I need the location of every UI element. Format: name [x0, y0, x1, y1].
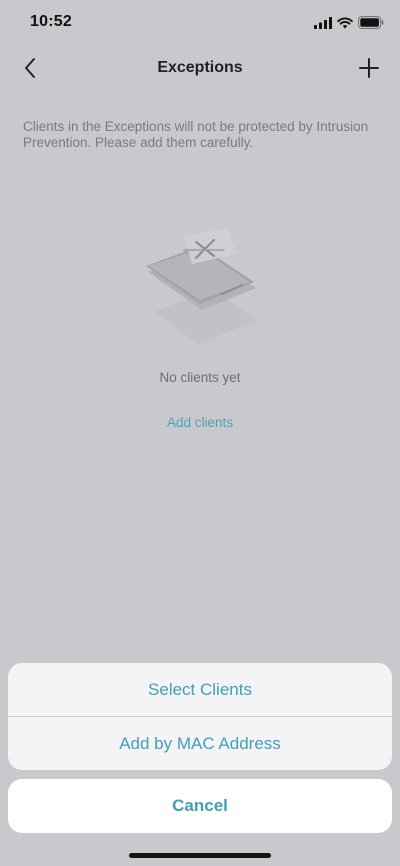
cancel-button[interactable]: Cancel	[8, 779, 392, 833]
home-indicator	[129, 853, 271, 858]
add-by-mac-button[interactable]: Add by MAC Address	[8, 717, 392, 770]
screen: 10:52 Exceptions Clients in the Exceptio…	[0, 0, 400, 866]
add-clients-link[interactable]: Add clients	[0, 415, 400, 430]
cellular-signal-icon	[314, 16, 332, 29]
select-clients-button[interactable]: Select Clients	[8, 663, 392, 716]
status-bar: 10:52	[0, 0, 400, 46]
page-title: Exceptions	[157, 59, 243, 76]
empty-device-icon	[146, 228, 258, 344]
navigation-bar: Exceptions	[0, 46, 400, 90]
status-time: 10:52	[30, 13, 72, 30]
battery-icon	[358, 16, 384, 29]
add-button[interactable]	[354, 54, 384, 82]
status-icons	[314, 16, 384, 29]
wifi-icon	[337, 16, 353, 28]
description-text: Clients in the Exceptions will not be pr…	[23, 119, 369, 150]
plus-icon	[359, 58, 379, 78]
action-sheet: Select Clients Add by MAC Address	[8, 663, 392, 770]
empty-state-text: No clients yet	[159, 370, 241, 385]
